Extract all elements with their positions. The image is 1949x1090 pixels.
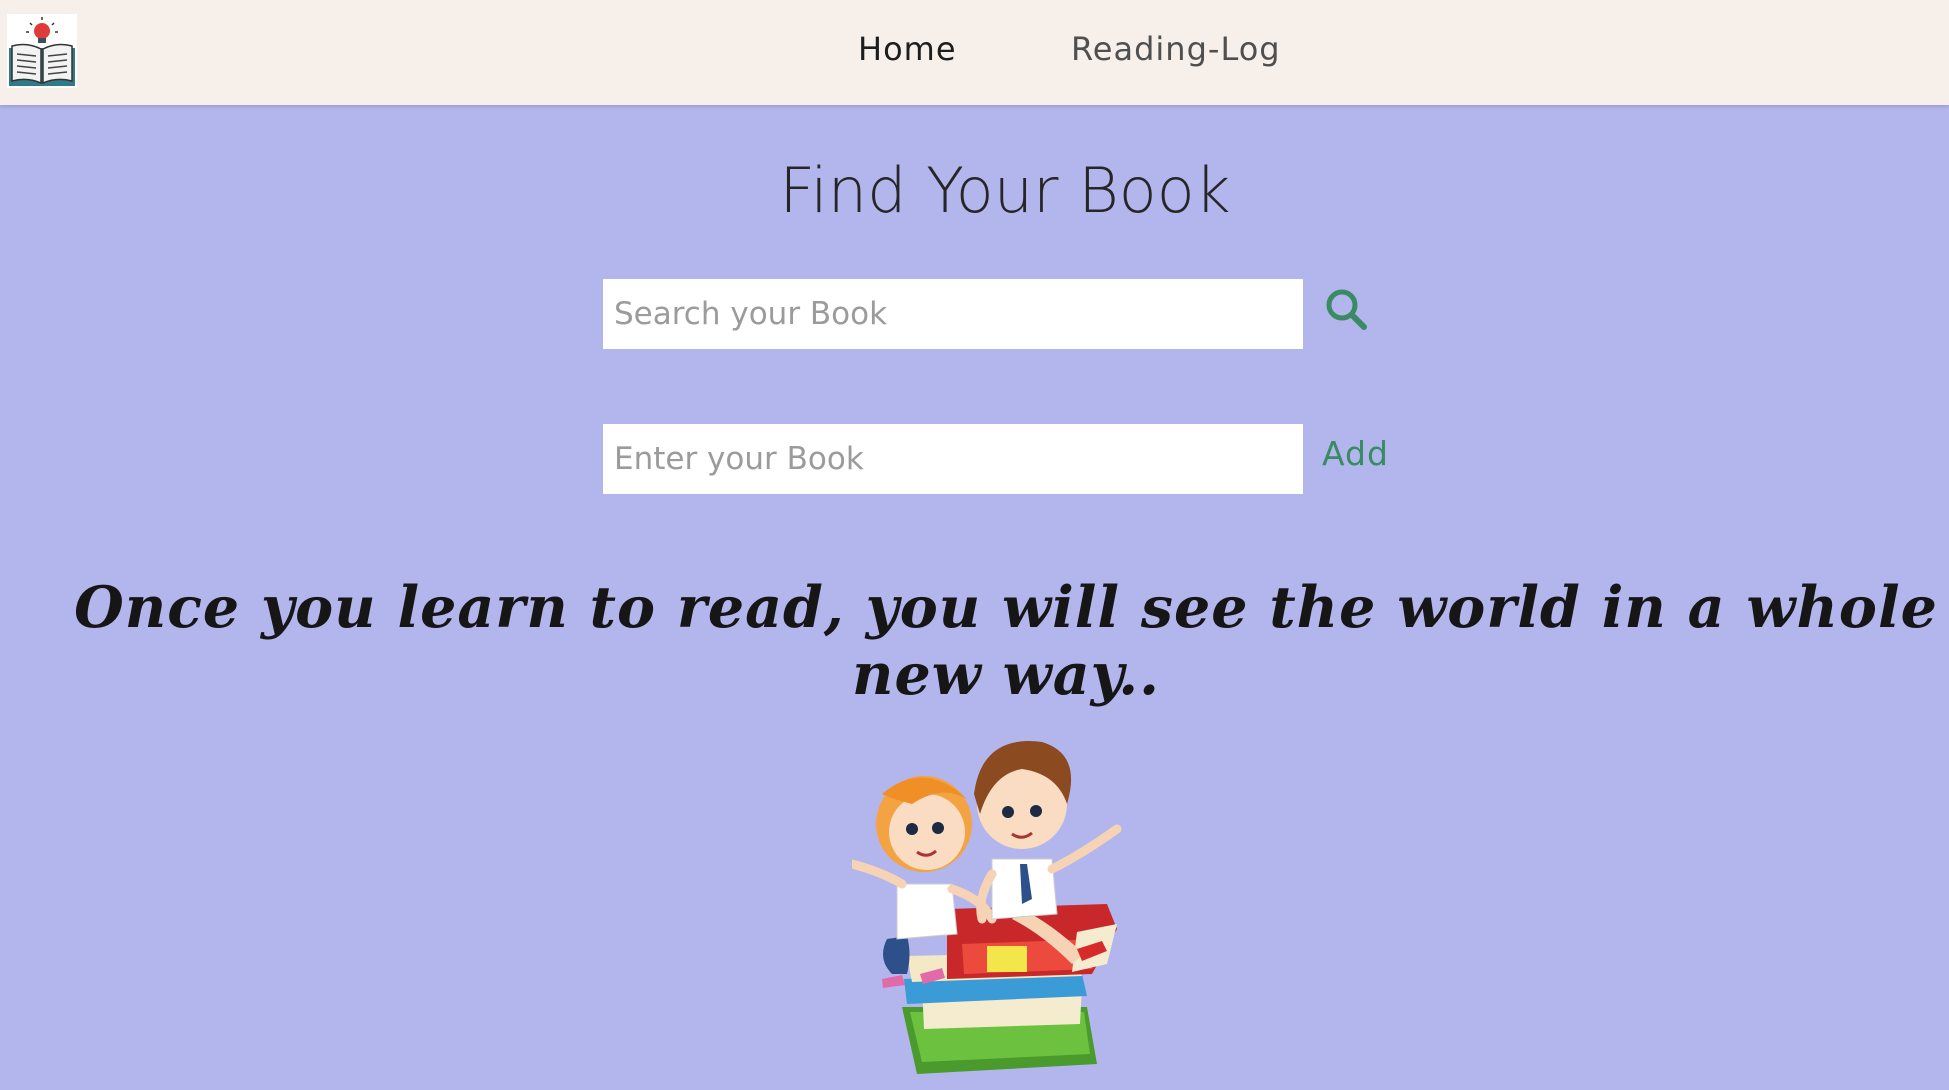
add-book-button[interactable]: Add: [1322, 434, 1389, 473]
book-lightbulb-logo-icon[interactable]: [7, 14, 77, 88]
nav-link-reading-log[interactable]: Reading-Log: [1071, 30, 1281, 68]
search-button[interactable]: [1322, 285, 1372, 335]
enter-book-input[interactable]: [603, 424, 1303, 494]
search-icon: [1326, 289, 1367, 330]
kids-reading-on-books-illustration: [847, 724, 1162, 1079]
page-title: Find Your Book: [779, 154, 1231, 227]
search-book-input[interactable]: [603, 279, 1303, 349]
reading-quote: Once you learn to read, you will see the…: [74, 574, 1938, 708]
nav-link-home[interactable]: Home: [858, 30, 957, 68]
top-navbar: Home Reading-Log: [0, 0, 1949, 105]
